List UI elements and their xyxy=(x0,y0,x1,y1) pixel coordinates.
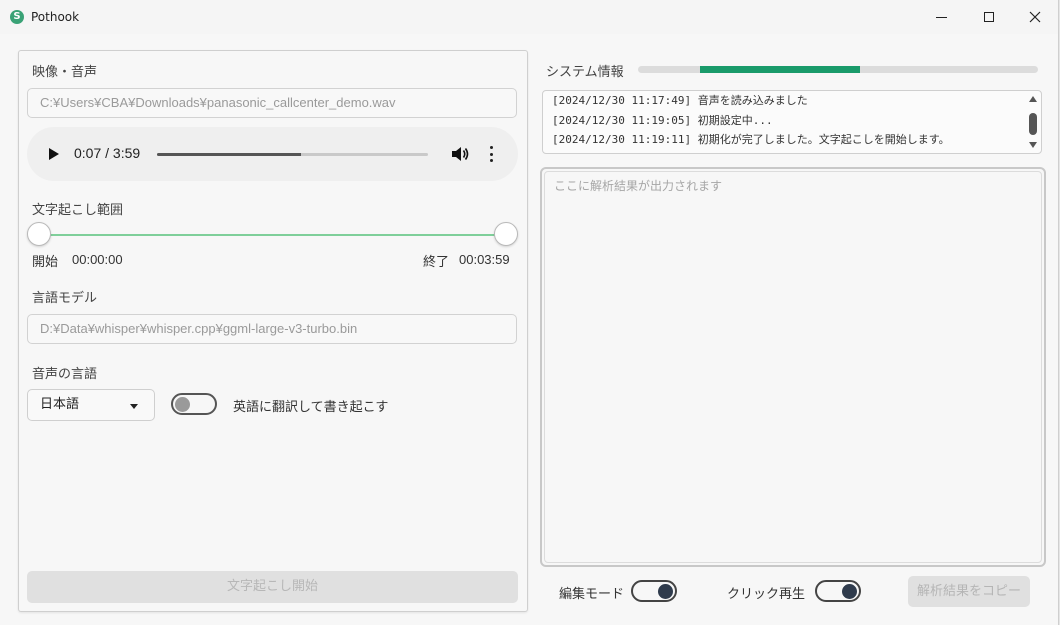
system-info-label: システム情報 xyxy=(546,65,624,80)
audio-seek-bar[interactable] xyxy=(157,153,428,156)
maximize-icon xyxy=(984,12,994,22)
system-log[interactable]: [2024/12/30 11:17:49] 音声を読み込みました [2024/1… xyxy=(542,90,1042,154)
range-start-label: 開始 xyxy=(32,254,59,269)
translate-toggle-label: 英語に翻訳して書き起こす xyxy=(233,400,389,415)
translate-toggle-knob xyxy=(175,397,190,412)
title-bar: S Pothook xyxy=(0,0,1058,34)
dropdown-caret-icon xyxy=(130,404,138,409)
audio-player: 0:07 / 3:59 xyxy=(27,127,518,181)
media-file-field[interactable]: C:¥Users¥CBA¥Downloads¥panasonic_callcen… xyxy=(27,88,517,118)
model-section-label: 言語モデル xyxy=(32,291,98,306)
language-section-label: 音声の言語 xyxy=(32,367,98,382)
app-logo-icon: S xyxy=(10,10,24,24)
language-select-value: 日本語 xyxy=(40,397,80,412)
audio-seek-progress xyxy=(157,153,301,156)
close-button[interactable] xyxy=(1012,0,1058,34)
click-play-label: クリック再生 xyxy=(727,587,806,602)
range-end-handle[interactable] xyxy=(494,222,518,246)
copy-result-button[interactable]: 解析結果をコピー xyxy=(908,576,1030,607)
system-progress-fill xyxy=(700,66,860,73)
range-section-label: 文字起こし範囲 xyxy=(32,203,124,218)
edit-mode-toggle[interactable] xyxy=(631,580,677,602)
click-play-toggle-knob xyxy=(842,584,857,599)
volume-icon[interactable] xyxy=(451,146,469,162)
scroll-thumb[interactable] xyxy=(1029,113,1037,135)
edit-mode-label: 編集モード xyxy=(559,587,625,602)
close-icon xyxy=(1029,11,1041,23)
log-line: [2024/12/30 11:17:49] 音声を読み込みました xyxy=(552,94,808,107)
model-path-field[interactable]: D:¥Data¥whisper¥whisper.cpp¥ggml-large-v… xyxy=(27,314,517,344)
edit-mode-toggle-knob xyxy=(658,584,673,599)
range-slider-track[interactable] xyxy=(39,234,507,236)
window-title: Pothook xyxy=(31,10,80,24)
range-start-time: 00:00:00 xyxy=(72,252,123,267)
result-placeholder: ここに解析結果が出力されます xyxy=(544,171,1042,563)
more-options-icon[interactable] xyxy=(489,146,493,162)
start-transcription-button[interactable]: 文字起こし開始 xyxy=(27,571,518,603)
app-window: S Pothook 映像・音声 C:¥Users¥CBA¥Downloads¥p… xyxy=(0,0,1059,625)
maximize-button[interactable] xyxy=(966,0,1012,34)
translate-toggle[interactable] xyxy=(171,393,217,415)
system-progress-bar xyxy=(638,66,1038,73)
scroll-up-icon[interactable] xyxy=(1029,96,1037,102)
log-line: [2024/12/30 11:19:05] 初期設定中... xyxy=(552,114,773,127)
scroll-down-icon[interactable] xyxy=(1029,142,1037,148)
range-start-handle[interactable] xyxy=(27,222,51,246)
click-play-toggle[interactable] xyxy=(815,580,861,602)
language-select[interactable]: 日本語 xyxy=(27,389,155,421)
log-scrollbar[interactable] xyxy=(1028,93,1038,151)
play-icon[interactable] xyxy=(49,148,59,160)
range-end-label: 終了 xyxy=(423,254,450,269)
result-output-area[interactable]: ここに解析結果が出力されます xyxy=(540,167,1046,567)
minimize-icon xyxy=(935,16,947,18)
audio-time-display: 0:07 / 3:59 xyxy=(74,145,141,161)
log-line: [2024/12/30 11:19:11] 初期化が完了しました。文字起こしを開… xyxy=(552,133,950,146)
settings-panel: 映像・音声 C:¥Users¥CBA¥Downloads¥panasonic_c… xyxy=(18,50,528,612)
range-end-time: 00:03:59 xyxy=(459,252,510,267)
minimize-button[interactable] xyxy=(918,0,964,34)
media-section-label: 映像・音声 xyxy=(32,65,98,80)
